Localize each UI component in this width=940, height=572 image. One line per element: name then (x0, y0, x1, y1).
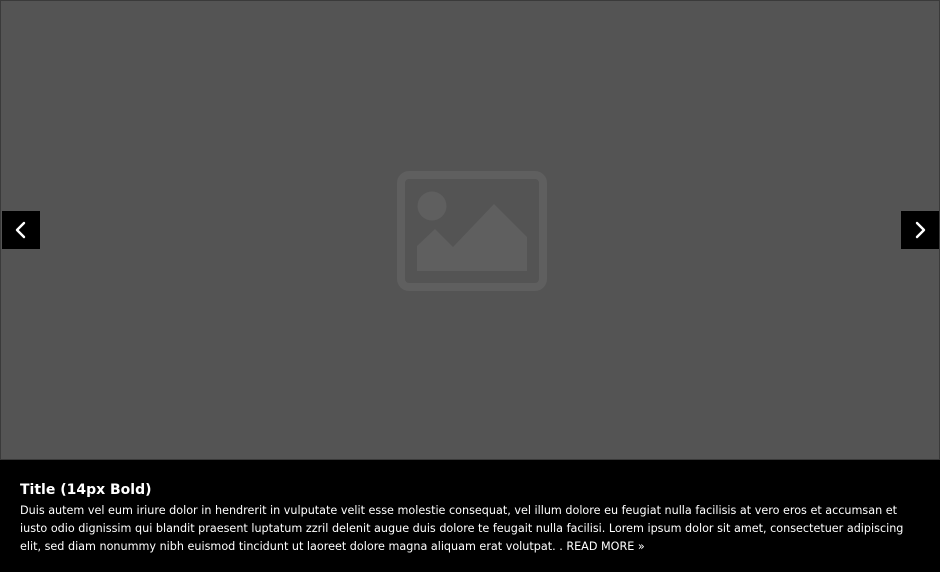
caption-title: Title (14px Bold) (20, 482, 152, 498)
slide-image[interactable] (0, 0, 940, 460)
previous-slide-button[interactable] (2, 211, 40, 249)
chevron-right-icon (915, 221, 926, 239)
image-slider: Title (14px Bold) Duis autem vel eum iri… (0, 0, 940, 572)
image-placeholder-icon (397, 171, 547, 291)
next-slide-button[interactable] (901, 211, 939, 249)
chevron-left-icon (15, 221, 26, 239)
slide-caption: Title (14px Bold) Duis autem vel eum iri… (0, 460, 940, 572)
caption-text: Duis autem vel eum iriure dolor in hendr… (20, 502, 920, 556)
caption-body: Duis autem vel eum iriure dolor in hendr… (20, 504, 904, 553)
read-more-link[interactable]: READ MORE » (566, 540, 644, 553)
